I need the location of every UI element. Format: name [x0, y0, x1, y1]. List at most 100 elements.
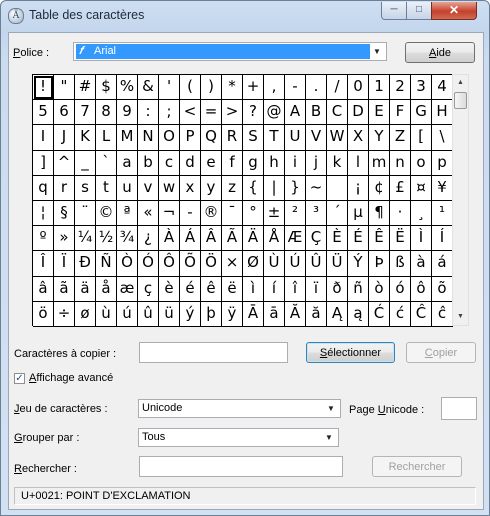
glyph-cell[interactable]: h: [264, 150, 285, 176]
glyph-cell[interactable]: G: [411, 100, 432, 126]
search-button[interactable]: Rechercher: [372, 456, 462, 477]
glyph-cell[interactable]: Ù: [264, 251, 285, 277]
title-bar[interactable]: Ä Table des caractères ─ □ ✕: [1, 1, 489, 29]
glyph-cell[interactable]: #: [75, 75, 96, 101]
glyph-cell[interactable]: P: [180, 125, 201, 151]
glyph-cell[interactable]: ý: [180, 301, 201, 327]
glyph-cell[interactable]: ĉ: [432, 301, 453, 327]
glyph-cell[interactable]: ÿ: [222, 301, 243, 327]
glyph-cell[interactable]: °: [243, 200, 264, 227]
help-button[interactable]: Aide: [405, 42, 475, 63]
glyph-cell[interactable]: ^: [54, 150, 75, 176]
glyph-cell[interactable]: l: [348, 150, 369, 176]
glyph-cell[interactable]: ¢: [369, 175, 390, 201]
glyph-cell[interactable]: î: [285, 276, 306, 302]
glyph-cell[interactable]: T: [264, 125, 285, 151]
glyph-cell[interactable]: @: [264, 100, 285, 126]
charset-dropdown[interactable]: Unicode ▼: [138, 399, 341, 418]
glyph-cell[interactable]: ó: [390, 276, 411, 302]
glyph-cell[interactable]: Ć: [369, 301, 390, 327]
glyph-cell[interactable]: O: [159, 125, 180, 151]
glyph-cell[interactable]: ?: [243, 100, 264, 126]
glyph-cell[interactable]: Ă: [285, 301, 306, 327]
glyph-cell[interactable]: ½: [96, 226, 117, 252]
glyph-cell[interactable]: Ì: [411, 226, 432, 252]
glyph-cell[interactable]: m: [369, 150, 390, 176]
glyph-cell[interactable]: Ï: [54, 251, 75, 277]
glyph-cell[interactable]: Ā: [243, 301, 264, 327]
glyph-cell[interactable]: º: [33, 226, 54, 252]
glyph-cell[interactable]: J: [54, 125, 75, 151]
glyph-cell[interactable]: Q: [201, 125, 222, 151]
glyph-cell[interactable]: Ç: [306, 226, 327, 252]
advanced-view-label[interactable]: Affichage avancé: [29, 372, 113, 384]
grid-scrollbar[interactable]: ▲ ▼: [452, 74, 469, 326]
glyph-cell[interactable]: ¬: [159, 200, 180, 227]
glyph-cell[interactable]: ā: [264, 301, 285, 327]
glyph-cell[interactable]: E: [369, 100, 390, 126]
glyph-cell[interactable]: |: [264, 175, 285, 201]
glyph-cell[interactable]: ï: [306, 276, 327, 302]
glyph-cell[interactable]: Ô: [159, 251, 180, 277]
glyph-cell[interactable]: ¥: [432, 175, 453, 201]
glyph-cell[interactable]: ă: [306, 301, 327, 327]
glyph-cell[interactable]: }: [285, 175, 306, 201]
glyph-cell[interactable]: ³: [306, 200, 327, 227]
character-grid[interactable]: ! " # $% & '() * +, -./0 1 2 3 4 5 6 7 8 9:; < = >? @ A B C D E F G H…: [32, 74, 453, 327]
glyph-cell[interactable]: b: [138, 150, 159, 176]
glyph-cell[interactable]: £: [390, 175, 411, 201]
glyph-cell[interactable]: ¨: [75, 200, 96, 227]
glyph-cell[interactable]: å: [96, 276, 117, 302]
glyph-cell[interactable]: R: [222, 125, 243, 151]
glyph-cell[interactable]: o: [411, 150, 432, 176]
glyph-cell[interactable]: ä: [75, 276, 96, 302]
advanced-view-checkbox[interactable]: ✓: [14, 373, 25, 384]
glyph-cell[interactable]: >: [222, 100, 243, 126]
glyph-cell[interactable]: È: [327, 226, 348, 252]
glyph-cell[interactable]: K: [75, 125, 96, 151]
glyph-cell[interactable]: i: [285, 150, 306, 176]
glyph-cell[interactable]: ü: [159, 301, 180, 327]
glyph-cell[interactable]: q: [33, 175, 54, 201]
glyph-cell[interactable]: ê: [201, 276, 222, 302]
glyph-cell[interactable]: [327, 175, 348, 201]
glyph-cell[interactable]: Õ: [180, 251, 201, 277]
glyph-cell[interactable]: 6: [54, 100, 75, 126]
glyph-cell[interactable]: C: [327, 100, 348, 126]
glyph-cell[interactable]: a: [117, 150, 138, 176]
glyph-cell[interactable]: Ø: [243, 251, 264, 277]
glyph-cell[interactable]: ¯: [222, 200, 243, 227]
glyph-cell[interactable]: ]: [33, 150, 54, 176]
glyph-cell[interactable]: þ: [201, 301, 222, 327]
glyph-cell[interactable]: n: [390, 150, 411, 176]
glyph-cell[interactable]: e: [201, 150, 222, 176]
glyph-cell[interactable]: ¼: [75, 226, 96, 252]
glyph-cell[interactable]: ã: [54, 276, 75, 302]
glyph-cell[interactable]: 8: [96, 100, 117, 126]
glyph-cell[interactable]: á: [432, 251, 453, 277]
glyph-cell[interactable]: ¹: [432, 200, 453, 227]
glyph-cell[interactable]: ;: [159, 100, 180, 126]
glyph-cell[interactable]: ,: [264, 75, 285, 101]
glyph-cell[interactable]: -: [285, 75, 306, 101]
glyph-cell[interactable]: ¸: [411, 200, 432, 227]
glyph-cell[interactable]: Æ: [285, 226, 306, 252]
glyph-cell[interactable]: Å: [264, 226, 285, 252]
glyph-cell[interactable]: j: [306, 150, 327, 176]
copy-input[interactable]: [139, 342, 288, 363]
glyph-cell[interactable]: Û: [306, 251, 327, 277]
glyph-cell[interactable]: =: [201, 100, 222, 126]
glyph-cell[interactable]: Ë: [390, 226, 411, 252]
glyph-cell[interactable]: t: [96, 175, 117, 201]
glyph-cell[interactable]: :: [138, 100, 159, 126]
chevron-down-icon[interactable]: ▼: [325, 400, 337, 417]
glyph-cell[interactable]: [: [411, 125, 432, 151]
glyph-cell[interactable]: Þ: [369, 251, 390, 277]
glyph-cell[interactable]: ð: [327, 276, 348, 302]
glyph-cell[interactable]: ¶: [369, 200, 390, 227]
glyph-cell[interactable]: û: [138, 301, 159, 327]
glyph-cell[interactable]: {: [243, 175, 264, 201]
glyph-cell[interactable]: 2: [390, 75, 411, 101]
search-input[interactable]: [139, 456, 343, 477]
glyph-cell[interactable]: V: [306, 125, 327, 151]
